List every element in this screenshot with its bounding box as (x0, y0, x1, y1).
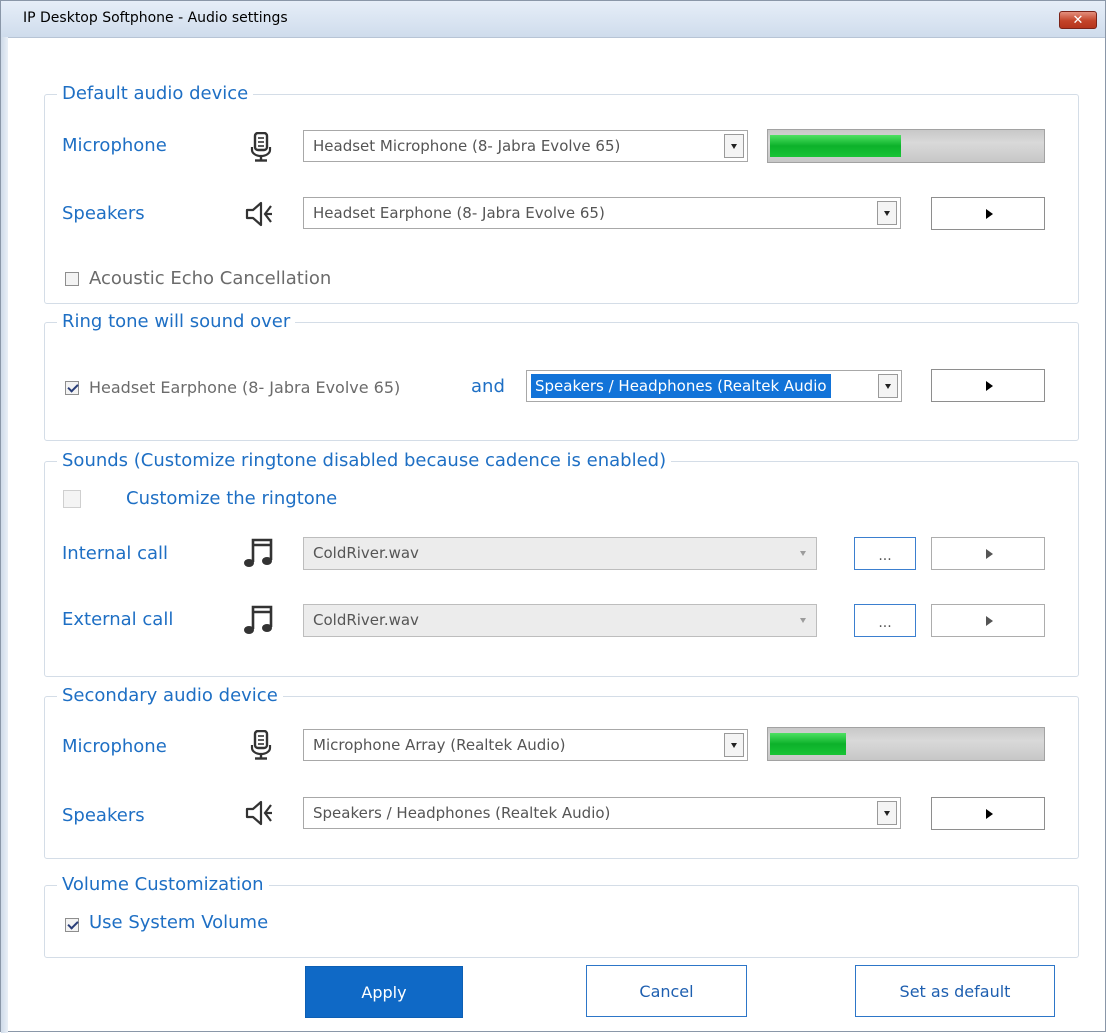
secondary-microphone-select[interactable]: Microphone Array (Realtek Audio) (303, 729, 748, 761)
secondary-microphone-level-fill (770, 733, 846, 755)
default-speakers-select[interactable]: Headset Earphone (8- Jabra Evolve 65) (303, 197, 901, 229)
default-microphone-value: Headset Microphone (8- Jabra Evolve 65) (313, 137, 621, 155)
external-call-sound-select[interactable]: ColdRiver.wav (303, 604, 817, 637)
external-call-sound-value: ColdRiver.wav (313, 611, 419, 629)
chevron-down-icon[interactable] (878, 374, 898, 398)
microphone-icon (250, 132, 272, 162)
default-speakers-value: Headset Earphone (8- Jabra Evolve 65) (313, 204, 605, 222)
use-system-volume-checkbox[interactable] (65, 918, 79, 932)
default-audio-device-legend: Default audio device (57, 82, 254, 106)
volume-customization-legend: Volume Customization (57, 873, 269, 897)
internal-call-sound-select[interactable]: ColdRiver.wav (303, 537, 817, 570)
default-microphone-level-fill (770, 135, 901, 157)
microphone-icon (250, 730, 272, 760)
apply-button[interactable]: Apply (305, 966, 463, 1018)
cancel-button[interactable]: Cancel (586, 965, 747, 1017)
speaker-icon (245, 201, 272, 227)
secondary-microphone-level-meter (767, 727, 1045, 761)
use-system-volume-label: Use System Volume (89, 912, 269, 933)
ring-secondary-device-select[interactable]: Speakers / Headphones (Realtek Audio (526, 370, 902, 402)
chevron-down-icon[interactable] (724, 134, 744, 158)
music-note-icon (244, 538, 273, 567)
secondary-speakers-select[interactable]: Speakers / Headphones (Realtek Audio) (303, 797, 901, 829)
window-left-edge (1, 37, 8, 1033)
audio-settings-window: IP Desktop Softphone - Audio settings ✕ … (0, 0, 1106, 1033)
chevron-down-icon[interactable] (877, 801, 897, 825)
chevron-down-icon[interactable] (793, 608, 813, 632)
ring-secondary-device-value: Speakers / Headphones (Realtek Audio (531, 374, 831, 398)
default-speakers-label: Speakers (62, 203, 145, 224)
ring-headset-label: Headset Earphone (8- Jabra Evolve 65) (89, 378, 401, 397)
music-note-icon (244, 605, 273, 634)
external-call-play-button[interactable] (931, 604, 1045, 637)
ring-and-label: and (471, 376, 505, 397)
secondary-speakers-label: Speakers (62, 805, 145, 826)
secondary-audio-device-group: Secondary audio device (44, 684, 1079, 859)
set-as-default-button[interactable]: Set as default (855, 965, 1055, 1017)
chevron-down-icon[interactable] (793, 541, 813, 565)
customize-ringtone-checkbox[interactable] (63, 490, 81, 508)
secondary-speakers-test-play-button[interactable] (931, 797, 1045, 830)
window-title: IP Desktop Softphone - Audio settings (23, 10, 288, 26)
internal-call-play-button[interactable] (931, 537, 1045, 570)
internal-call-label: Internal call (62, 543, 169, 564)
ring-tone-legend: Ring tone will sound over (57, 310, 296, 334)
customize-ringtone-label: Customize the ringtone (126, 488, 338, 509)
sounds-legend: Sounds (Customize ringtone disabled beca… (57, 449, 672, 473)
default-microphone-label: Microphone (62, 135, 167, 156)
secondary-audio-device-legend: Secondary audio device (57, 684, 283, 708)
ring-test-play-button[interactable] (931, 369, 1045, 402)
external-call-label: External call (62, 609, 174, 630)
acoustic-echo-cancellation-checkbox[interactable] (65, 272, 79, 286)
acoustic-echo-cancellation-label: Acoustic Echo Cancellation (89, 268, 332, 289)
secondary-microphone-value: Microphone Array (Realtek Audio) (313, 736, 566, 754)
default-microphone-select[interactable]: Headset Microphone (8- Jabra Evolve 65) (303, 130, 748, 162)
secondary-speakers-value: Speakers / Headphones (Realtek Audio) (313, 804, 611, 822)
chevron-down-icon[interactable] (877, 201, 897, 225)
internal-call-browse-button[interactable]: ... (854, 537, 916, 570)
close-button[interactable]: ✕ (1059, 11, 1097, 29)
external-call-browse-button[interactable]: ... (854, 604, 916, 637)
secondary-microphone-label: Microphone (62, 736, 167, 757)
ring-headset-checkbox[interactable] (65, 381, 79, 395)
default-speakers-test-play-button[interactable] (931, 197, 1045, 230)
chevron-down-icon[interactable] (724, 733, 744, 757)
default-microphone-level-meter (767, 129, 1045, 163)
internal-call-sound-value: ColdRiver.wav (313, 544, 419, 562)
title-bar[interactable]: IP Desktop Softphone - Audio settings ✕ (1, 1, 1105, 38)
speaker-icon (245, 800, 272, 826)
